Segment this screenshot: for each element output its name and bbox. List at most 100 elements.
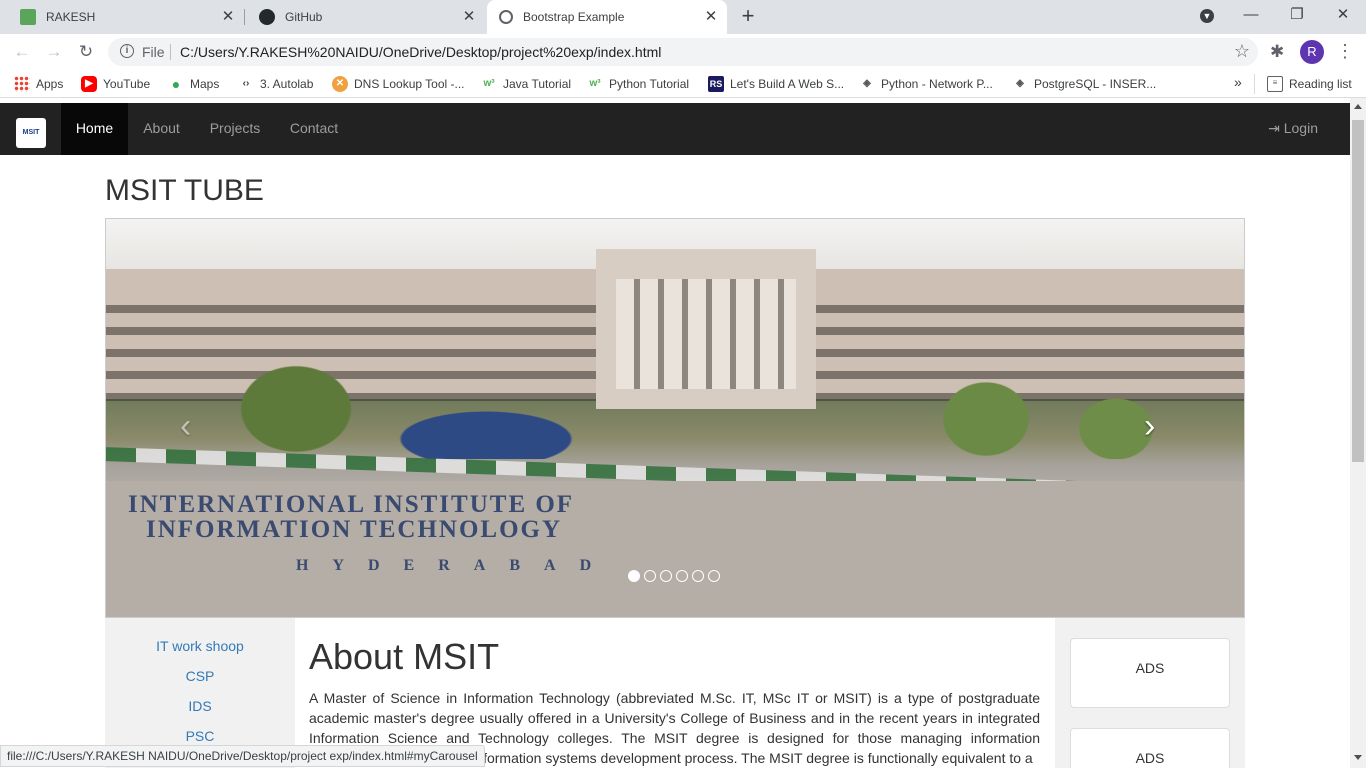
apps-grid-icon [14, 76, 30, 92]
close-icon[interactable]: ✕ [461, 9, 477, 25]
tab-title: RAKESH [46, 10, 96, 24]
github-icon [259, 9, 275, 25]
new-tab-button[interactable]: + [736, 4, 760, 28]
close-window-button[interactable]: ✕ [1320, 0, 1366, 32]
sidenav-link-ids[interactable]: IDS [105, 698, 295, 714]
w3schools-icon: w³ [483, 78, 495, 89]
extensions-icon[interactable]: ✱ [1270, 42, 1284, 62]
carousel-next-icon[interactable]: › [1144, 407, 1155, 446]
scheme-label: File [142, 44, 165, 60]
scroll-up-icon[interactable] [1354, 104, 1362, 109]
ads-box[interactable]: ADS [1070, 728, 1230, 768]
diamond-icon: ◈ [863, 78, 871, 89]
browser-toolbar: ← → ↻ i File C:/Users/Y.RAKESH%20NAIDU/O… [0, 34, 1366, 70]
sidenav-link-it-work-shoop[interactable]: IT work shoop [105, 638, 295, 654]
carousel: INTERNATIONAL INSTITUTE OF INFORMATION T… [105, 218, 1245, 618]
globe-icon [499, 10, 513, 24]
ads-box[interactable]: ADS [1070, 638, 1230, 708]
bookmark-java-tutorial[interactable]: w³ Java Tutorial [481, 76, 571, 92]
minimize-button[interactable]: — [1228, 0, 1274, 32]
back-button[interactable]: ← [10, 40, 34, 64]
youtube-icon: ▶ [81, 76, 97, 92]
carousel-indicator[interactable] [644, 570, 656, 582]
carousel-indicator[interactable] [692, 570, 704, 582]
reading-list-label: Reading list [1289, 77, 1352, 91]
bookmark-label: 3. Autolab [260, 77, 314, 91]
spreadsheet-icon [20, 9, 36, 25]
forward-button[interactable]: → [42, 40, 66, 64]
reload-button[interactable]: ↻ [74, 40, 98, 64]
carousel-indicator[interactable] [628, 570, 640, 582]
bookmark-youtube[interactable]: ▶ YouTube [81, 76, 150, 92]
close-icon[interactable]: ✕ [703, 9, 719, 25]
scrollbar-thumb[interactable] [1352, 120, 1364, 462]
tab-rakesh[interactable]: RAKESH ✕ [0, 0, 244, 34]
site-navbar: MSIT Home About Projects Contact ⇥ Login [0, 103, 1350, 155]
sidenav-link-psc[interactable]: PSC [105, 728, 295, 744]
carousel-caption-line1: INTERNATIONAL INSTITUTE OF [128, 491, 575, 518]
nav-about[interactable]: About [128, 103, 195, 155]
menu-icon[interactable]: ⋮ [1336, 41, 1354, 62]
bookmark-label: Maps [190, 77, 220, 91]
bookmark-label: Java Tutorial [503, 77, 572, 91]
right-sidebar: ADS ADS [1055, 618, 1245, 768]
login-label: Login [1283, 120, 1318, 136]
maps-pin-icon: ● [171, 76, 181, 92]
scroll-down-icon[interactable] [1354, 755, 1362, 760]
close-icon[interactable]: ✕ [220, 9, 236, 25]
bookmark-dns-lookup[interactable]: ✕ DNS Lookup Tool -... [332, 76, 465, 92]
carousel-indicator[interactable] [708, 570, 720, 582]
bookmarks-bar: Apps ▶ YouTube ● Maps ‹› 3. Autolab ✕ DN… [0, 70, 1366, 98]
divider [170, 44, 171, 60]
bookmark-label: PostgreSQL - INSER... [1034, 77, 1157, 91]
sidenav-link-csp[interactable]: CSP [105, 668, 295, 684]
carousel-indicator[interactable] [676, 570, 688, 582]
tab-title: GitHub [285, 10, 323, 24]
bookmark-label: Let's Build A Web S... [730, 77, 845, 91]
bookmark-postgresql[interactable]: ◈ PostgreSQL - INSER... [1012, 76, 1156, 92]
address-bar[interactable]: i File C:/Users/Y.RAKESH%20NAIDU/OneDriv… [108, 38, 1258, 66]
tab-bootstrap-example[interactable]: Bootstrap Example ✕ [487, 0, 727, 34]
dns-tool-icon: ✕ [332, 76, 348, 92]
bookmark-label: YouTube [103, 77, 151, 91]
nav-projects[interactable]: Projects [195, 103, 275, 155]
tab-title: Bootstrap Example [523, 10, 625, 24]
bookmark-apps[interactable]: Apps [14, 76, 63, 92]
tab-search-button[interactable]: ▼ [1184, 0, 1230, 32]
w3schools-icon: w³ [589, 78, 601, 89]
reading-list-button[interactable]: ≡ Reading list [1267, 76, 1352, 92]
bookmark-python-tutorial[interactable]: w³ Python Tutorial [587, 76, 689, 92]
carousel-indicator[interactable] [660, 570, 672, 582]
site-logo[interactable]: MSIT [16, 118, 46, 148]
bookmark-label: Python Tutorial [609, 77, 690, 91]
carousel-prev-icon[interactable]: ‹ [180, 407, 191, 446]
restore-button[interactable]: ❐ [1274, 0, 1320, 32]
carousel-image-trees [106, 349, 1244, 459]
chevron-down-icon: ▼ [1200, 9, 1214, 23]
vertical-scrollbar[interactable] [1350, 98, 1366, 768]
carousel-caption-line3: HYDERABAD [296, 557, 616, 574]
url-text[interactable]: C:/Users/Y.RAKESH%20NAIDU/OneDrive/Deskt… [180, 44, 661, 60]
login-icon: ⇥ [1268, 120, 1280, 136]
status-bar-url: file:///C:/Users/Y.RAKESH NAIDU/OneDrive… [0, 745, 485, 767]
code-brackets-icon: ‹› [242, 78, 250, 89]
login-link[interactable]: ⇥ Login [1268, 103, 1318, 155]
tab-github[interactable]: GitHub ✕ [245, 0, 485, 34]
avatar[interactable]: R [1300, 40, 1324, 64]
bookmark-autolab[interactable]: ‹› 3. Autolab [238, 76, 314, 92]
bookmark-star-icon[interactable]: ☆ [1234, 41, 1250, 62]
info-icon[interactable]: i [120, 44, 134, 58]
bookmark-python-network[interactable]: ◈ Python - Network P... [859, 76, 993, 92]
page-viewport: MSIT Home About Projects Contact ⇥ Login… [0, 98, 1350, 768]
page-title: MSIT TUBE [105, 174, 264, 207]
nav-contact[interactable]: Contact [275, 103, 353, 155]
bookmark-label: DNS Lookup Tool -... [354, 77, 465, 91]
more-bookmarks-button[interactable]: » [1234, 74, 1242, 90]
bookmark-lets-build-a-web[interactable]: RS Let's Build A Web S... [708, 76, 844, 92]
bookmark-maps[interactable]: ● Maps [168, 76, 220, 92]
nav-home[interactable]: Home [61, 103, 128, 155]
bookmark-label: Python - Network P... [881, 77, 993, 91]
tab-strip: RAKESH ✕ GitHub ✕ Bootstrap Example ✕ + … [0, 0, 1366, 34]
bookmark-label: Apps [36, 77, 64, 91]
reading-list-icon: ≡ [1267, 76, 1283, 92]
